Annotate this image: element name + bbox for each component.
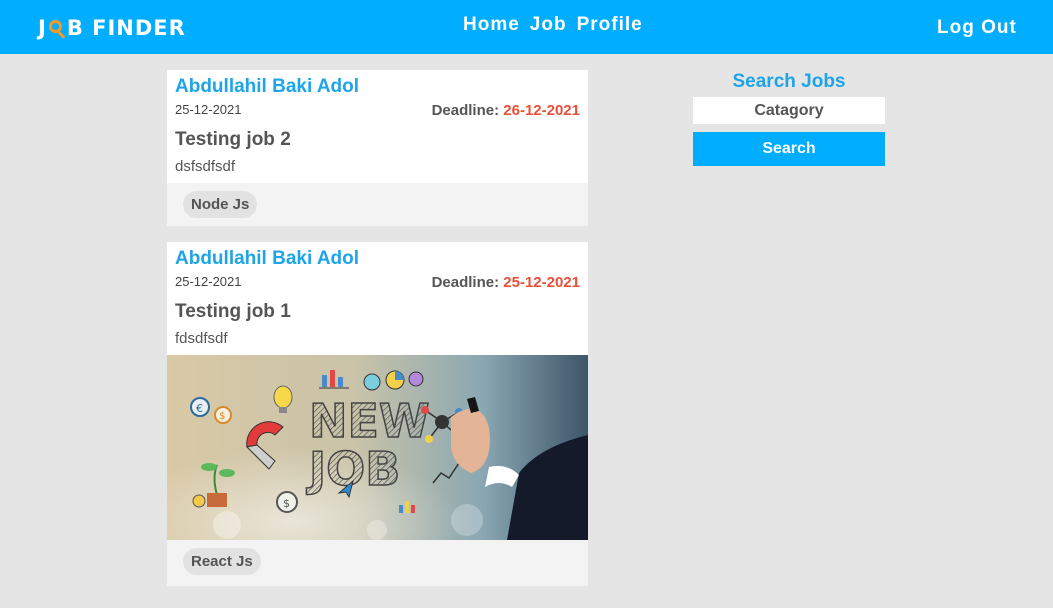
svg-text:€: € [196, 402, 203, 415]
job-card: Abdullahil Baki Adol 25-12-2021 Deadline… [167, 70, 588, 226]
nav-home-link[interactable]: Home [463, 14, 520, 36]
logo-text-right: B FINDER [66, 16, 186, 40]
logout-button[interactable]: Log Out [937, 17, 1017, 39]
job-finder-logo[interactable]: J B FINDER [38, 14, 186, 42]
job-description: dsfsdfsdf [175, 158, 236, 175]
job-tag-bar: React Js [167, 540, 588, 586]
svg-text:$: $ [219, 411, 225, 422]
deadline-value: 26-12-2021 [503, 102, 580, 119]
magnifier-logo-icon [48, 18, 66, 39]
job-deadline: Deadline: 25-12-2021 [432, 274, 580, 291]
svg-text:JOB: JOB [306, 442, 400, 496]
job-deadline: Deadline: 26-12-2021 [432, 102, 580, 119]
deadline-label: Deadline: [431, 274, 504, 291]
job-title[interactable]: Testing job 2 [175, 129, 291, 151]
nav-profile-link[interactable]: Profile [577, 14, 643, 36]
svg-text:NEW: NEW [309, 394, 430, 448]
logo-text-left: J [38, 16, 47, 40]
job-tag[interactable]: Node Js [183, 191, 258, 218]
job-title[interactable]: Testing job 1 [175, 301, 291, 323]
job-poster-name[interactable]: Abdullahil Baki Adol [175, 76, 359, 98]
job-description: fdsdfsdf [175, 330, 228, 347]
deadline-label: Deadline: [431, 102, 504, 119]
category-input[interactable] [693, 97, 885, 124]
search-button[interactable]: Search [693, 132, 885, 166]
job-image: NEW JOB € $ $ [167, 355, 588, 540]
nav-links: Home Job Profile [463, 14, 643, 36]
search-sidebar: Search Jobs Search [693, 70, 885, 166]
job-poster-name[interactable]: Abdullahil Baki Adol [175, 248, 359, 270]
job-tag-bar: Node Js [167, 183, 588, 226]
nav-job-link[interactable]: Job [530, 14, 567, 36]
svg-text:$: $ [283, 497, 290, 510]
job-posted-date: 25-12-2021 [175, 102, 242, 117]
top-navbar: J B FINDER Home Job Profile Log Out [0, 0, 1053, 54]
job-posted-date: 25-12-2021 [175, 274, 242, 289]
deadline-value: 25-12-2021 [503, 274, 580, 291]
search-jobs-title: Search Jobs [732, 71, 846, 92]
job-card: Abdullahil Baki Adol 25-12-2021 Deadline… [167, 242, 588, 586]
job-tag[interactable]: React Js [183, 548, 261, 575]
